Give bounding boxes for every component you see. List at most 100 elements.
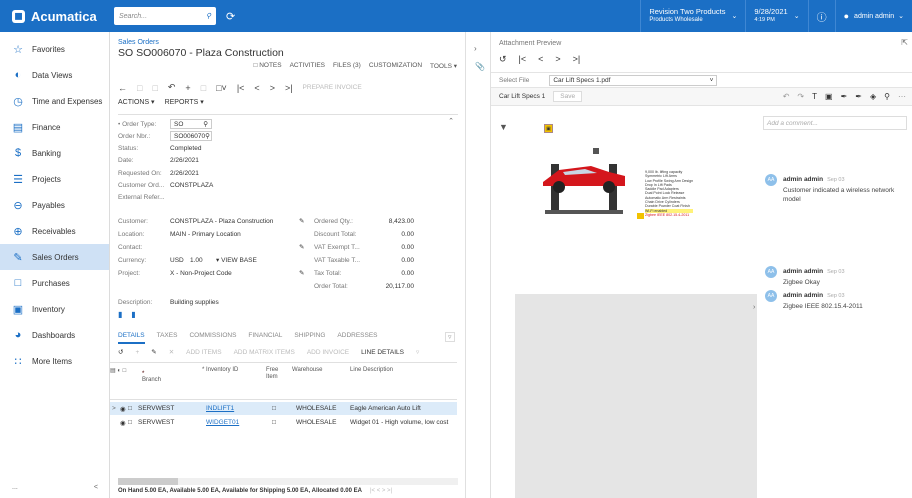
sidebar-item-projects[interactable]: ☰ Projects [0, 166, 109, 192]
sidebar-item-sales-orders[interactable]: ✎ Sales Orders [0, 244, 109, 270]
sidebar-item-data-views[interactable]: ◐ Data Views [0, 62, 109, 88]
add-matrix-items-button[interactable]: ADD MATRIX ITEMS [234, 349, 295, 356]
copy-icon[interactable]: □˅ [216, 83, 227, 93]
tab-commissions[interactable]: COMMISSIONS [189, 332, 236, 344]
user-menu[interactable]: ● admin admin ⌄ [834, 0, 912, 32]
file-select[interactable]: Car Lift Specs 1.pdf ˅ [549, 74, 718, 86]
note-icon[interactable]: □ [128, 419, 132, 426]
free-item-checkbox[interactable]: □ [272, 419, 276, 426]
back-icon[interactable]: ← [118, 83, 127, 93]
inventory-link[interactable]: WIDGET01 [206, 419, 239, 426]
tools-menu[interactable]: TOOLS ▾ [430, 62, 457, 70]
description-field[interactable]: Building supplies [170, 299, 219, 306]
refresh-icon[interactable]: ↺ [118, 348, 123, 356]
refresh-icon[interactable]: ↺ [499, 54, 507, 65]
sidebar-item-favorites[interactable]: ☆ Favorites [0, 36, 109, 62]
document-viewer[interactable]: ▣ 9,000 lb. lifting capacity Symmetric L… [515, 110, 757, 498]
files-link[interactable]: FILES (3) [333, 62, 361, 70]
sidebar-item-dashboards[interactable]: ◕ Dashboards [0, 322, 109, 348]
sidebar-item-banking[interactable]: $ Banking [0, 140, 109, 166]
attachment-icon[interactable]: ◉ [120, 419, 126, 427]
rate-field[interactable]: 1.00 [190, 257, 216, 264]
actions-menu[interactable]: ACTIONS ▾ [118, 98, 155, 106]
sidebar-item-finance[interactable]: ▤ Finance [0, 114, 109, 140]
prepare-invoice-button[interactable]: PREPARE INVOICE [303, 84, 362, 91]
add-row-icon[interactable]: + [135, 349, 139, 356]
last-page-icon[interactable]: >| [573, 54, 581, 65]
sidebar-item-receivables[interactable]: ⊕ Receivables [0, 218, 109, 244]
first-page-icon[interactable]: |< [519, 54, 527, 65]
requested-on-field[interactable]: 2/26/2021 [170, 170, 199, 177]
line-details-button[interactable]: LINE DETAILS [361, 349, 404, 356]
collapse-summary-icon[interactable]: ⌃ [448, 117, 454, 125]
inventory-link[interactable]: INDLIFT1 [206, 405, 234, 412]
next-record-icon[interactable]: > [270, 83, 275, 93]
tab-shipping[interactable]: SHIPPING [294, 332, 325, 344]
text-tool-icon[interactable]: T [812, 92, 817, 101]
paperclip-icon[interactable]: 📎 [475, 62, 485, 71]
free-item-checkbox[interactable]: □ [272, 405, 276, 412]
comment-marker-icon[interactable]: ▣ [544, 124, 553, 133]
pen-tool-icon[interactable]: ✒ [855, 92, 862, 101]
column-warehouse[interactable]: Warehouse [292, 367, 322, 373]
notes-link[interactable]: □ NOTES [253, 62, 281, 70]
order-nbr-field[interactable]: SO006070 ⚲ [170, 131, 212, 141]
undo-icon[interactable]: ↶ [783, 92, 790, 101]
comment-tool-icon[interactable]: ▣ [825, 92, 833, 101]
save-icon[interactable]: □ [137, 83, 142, 93]
tab-document[interactable]: Car Lift Specs 1 [499, 93, 545, 100]
logo[interactable]: ◼ Acumatica [0, 0, 110, 32]
more-dots-icon[interactable]: ... [12, 484, 18, 491]
edit-icon[interactable]: ✎ [151, 348, 156, 356]
sidebar-item-more-items[interactable]: ∷ More Items [0, 348, 109, 374]
help-icon[interactable]: ⓘ [807, 0, 835, 32]
delete-icon[interactable]: □ [201, 83, 206, 93]
column-inventory-id[interactable]: * Inventory ID [202, 367, 238, 373]
date-selector[interactable]: 9/28/2021 4:19 PM ⌄ [745, 0, 807, 32]
tab-taxes[interactable]: TAXES [157, 332, 178, 344]
tab-financial[interactable]: FINANCIAL [248, 332, 282, 344]
add-invoice-button[interactable]: ADD INVOICE [307, 349, 349, 356]
location-field[interactable]: MAIN - Primary Location [170, 231, 241, 238]
project-field[interactable]: X - Non-Project Code [170, 270, 295, 277]
edit-icon[interactable]: ✎ [299, 217, 304, 225]
tab-details[interactable]: DETAILS [118, 332, 145, 344]
save-close-icon[interactable]: □ [152, 83, 157, 93]
delete-row-icon[interactable]: ✕ [169, 348, 174, 356]
column-selector-icon[interactable]: ▤ ◐ □ [110, 367, 126, 374]
pager-icon[interactable]: |< < > >| [370, 488, 392, 494]
expand-icon[interactable]: ⇱ [901, 38, 908, 47]
date-field[interactable]: 2/26/2021 [170, 157, 199, 164]
fill-tool-icon[interactable]: ◈ [870, 92, 876, 101]
scrollbar-thumb[interactable] [118, 478, 178, 485]
add-items-button[interactable]: ADD ITEMS [186, 349, 221, 356]
zoom-icon[interactable]: ⚲ [884, 92, 890, 101]
currency-field[interactable]: USD [170, 257, 190, 264]
chevron-right-icon[interactable]: › [474, 44, 477, 53]
activities-link[interactable]: ACTIVITIES [290, 62, 325, 70]
redo-icon[interactable]: ↷ [797, 92, 804, 101]
sidebar-item-purchases[interactable]: □ Purchases [0, 270, 109, 296]
collapse-sidebar-icon[interactable]: < [94, 484, 98, 491]
chevron-right-icon[interactable]: › [753, 304, 755, 311]
add-comment-input[interactable]: Add a comment... [763, 116, 907, 130]
customer-field[interactable]: CONSTPLAZA - Plaza Construction [170, 218, 295, 225]
reports-menu[interactable]: REPORTS ▾ [165, 98, 204, 106]
customization-link[interactable]: CUSTOMIZATION [369, 62, 422, 70]
tab-addresses[interactable]: ADDRESSES [337, 332, 377, 344]
horizontal-scrollbar[interactable] [118, 478, 458, 485]
edit-icon[interactable]: ✎ [299, 243, 304, 251]
prev-page-icon[interactable]: < [538, 54, 543, 65]
tabs-filter-icon[interactable]: ▿ [445, 332, 455, 342]
table-row[interactable]: > ◉ □ SERVWEST INDLIFT1 □ WHOLESALE Eagl… [110, 402, 457, 415]
table-row[interactable]: ◉ □ SERVWEST WIDGET01 □ WHOLESALE Widget… [110, 416, 457, 429]
save-button[interactable]: Save [553, 91, 583, 102]
sidebar-item-inventory[interactable]: ▣ Inventory [0, 296, 109, 322]
filter-icon[interactable]: ▿ [416, 348, 419, 356]
next-page-icon[interactable]: > [555, 54, 560, 65]
sidebar-item-time-and-expenses[interactable]: ◷ Time and Expenses [0, 88, 109, 114]
column-line-description[interactable]: Line Description [350, 367, 393, 373]
highlight-tool-icon[interactable]: ✒ [841, 92, 848, 101]
first-record-icon[interactable]: |< [237, 83, 245, 93]
more-icon[interactable]: ⋯ [898, 92, 906, 101]
